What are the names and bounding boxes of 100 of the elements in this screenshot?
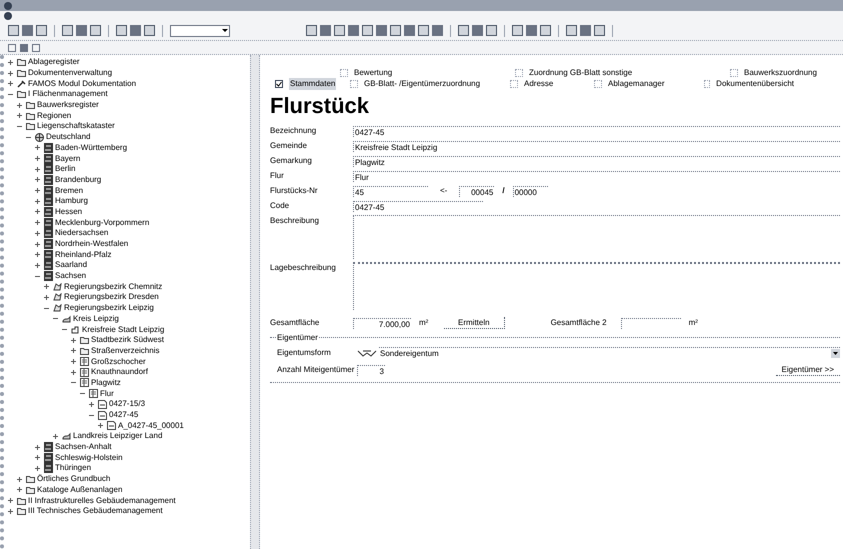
expand-toggle-icon[interactable]	[89, 402, 96, 407]
tree-item[interactable]: Regierungsbezirk Leipzig	[64, 304, 154, 312]
tree-item[interactable]: Saarland	[55, 261, 88, 270]
expand-toggle-icon[interactable]	[8, 70, 15, 76]
collapse-toggle-icon[interactable]	[62, 327, 69, 332]
tree-item[interactable]: Ablageregister	[28, 58, 80, 66]
toolbar-icon[interactable]	[540, 25, 551, 36]
tree-item[interactable]: Dokumentenverwaltung	[28, 69, 112, 78]
expand-toggle-icon[interactable]	[35, 262, 42, 268]
expand-toggle-icon[interactable]	[71, 348, 78, 354]
tree-item[interactable]: Rheinland-Pfalz	[55, 250, 112, 259]
tree-item[interactable]: 0427-15/3	[109, 400, 146, 408]
toolbar-icon[interactable]	[418, 25, 429, 36]
tree-item[interactable]: Kreis Leipzig	[73, 314, 119, 323]
collapse-toggle-icon[interactable]	[53, 316, 60, 322]
checkbox[interactable]	[704, 80, 710, 88]
checkbox[interactable]	[350, 80, 358, 88]
input-field[interactable]: 45	[353, 186, 428, 196]
collapse-toggle-icon[interactable]	[44, 306, 51, 311]
tree-item[interactable]: Bremen	[55, 186, 84, 195]
tree-item[interactable]: Nordrhein-Westfalen	[55, 240, 128, 248]
collapse-toggle-icon[interactable]	[17, 124, 24, 129]
tree-item[interactable]: Mecklenburg-Vorpommern	[55, 218, 150, 227]
toolbar-icon[interactable]	[116, 25, 127, 36]
tab[interactable]: Adresse	[524, 78, 554, 90]
expand-toggle-icon[interactable]	[35, 188, 42, 194]
checkbox[interactable]	[515, 68, 523, 76]
tree-item[interactable]: Knauthnaundorf	[91, 368, 148, 376]
toolbar-icon[interactable]	[8, 25, 19, 36]
owner-button[interactable]: Eigentümer >>	[776, 364, 840, 376]
tree-item[interactable]: Berlin	[55, 165, 76, 174]
expand-toggle-icon[interactable]	[35, 145, 42, 150]
toolbar-icon[interactable]	[566, 25, 577, 36]
expand-toggle-icon[interactable]	[8, 81, 15, 86]
toolbar-icon[interactable]	[144, 25, 155, 36]
toolbar-icon[interactable]	[362, 25, 373, 36]
expand-toggle-icon[interactable]	[98, 423, 105, 428]
checkbox[interactable]	[510, 80, 518, 88]
tree-item[interactable]: Bayern	[55, 154, 80, 163]
expand-toggle-icon[interactable]	[17, 487, 24, 492]
input-field[interactable]: Kreisfreie Stadt Leipzig	[353, 140, 840, 152]
expand-toggle-icon[interactable]	[17, 476, 24, 482]
expand-toggle-icon[interactable]	[17, 113, 24, 118]
expand-toggle-icon[interactable]	[35, 252, 42, 258]
tree-item[interactable]: Hamburg	[55, 197, 88, 206]
expand-toggle-icon[interactable]	[35, 156, 42, 162]
tree-item[interactable]: Kreisfreie Stadt Leipzig	[82, 326, 164, 334]
tree-item[interactable]: Regionen	[37, 112, 72, 120]
tab[interactable]: Zuordnung GB-Blatt sonstige	[529, 66, 632, 78]
tab[interactable]: Dokumentenübersicht	[716, 78, 794, 90]
expand-toggle-icon[interactable]	[71, 370, 78, 375]
toolbar-icon[interactable]	[90, 25, 101, 36]
tree-item[interactable]: Sachsen-Anhalt	[55, 443, 112, 452]
expand-toggle-icon[interactable]	[35, 166, 42, 172]
toolbar-icon[interactable]	[486, 25, 497, 36]
tab[interactable]: Bewertung	[354, 66, 392, 78]
input-field[interactable]	[620, 318, 681, 328]
expand-toggle-icon[interactable]	[35, 177, 42, 182]
tree-item[interactable]: 0427-45	[109, 411, 138, 420]
toolbar-icon[interactable]	[594, 25, 605, 36]
expand-toggle-icon[interactable]	[35, 444, 42, 450]
expand-toggle-icon[interactable]	[53, 434, 60, 439]
tree-item[interactable]: Plagwitz	[91, 378, 121, 387]
collapse-toggle-icon[interactable]	[89, 412, 96, 418]
checked-checkbox[interactable]	[275, 80, 283, 88]
expand-toggle-icon[interactable]	[35, 209, 42, 214]
tree-item[interactable]: Stadtbezirk Südwest	[91, 336, 164, 344]
tree-item[interactable]: Niedersachsen	[55, 229, 108, 238]
checkbox[interactable]	[594, 80, 602, 88]
expand-toggle-icon[interactable]	[71, 359, 78, 364]
tree-item[interactable]: II Infrastrukturelles Gebäudemanagement	[28, 496, 176, 505]
input-field[interactable]: 0427-45	[353, 126, 840, 136]
tree-item[interactable]: Landkreis Leipziger Land	[73, 432, 162, 440]
toolbar-icon[interactable]	[512, 25, 523, 36]
tree-item[interactable]: Großzschocher	[91, 358, 146, 366]
expand-toggle-icon[interactable]	[35, 455, 42, 460]
input-field[interactable]: Plagwitz	[353, 156, 840, 166]
tree-item[interactable]: Straßenverzeichnis	[91, 346, 160, 355]
toolbar-icon[interactable]	[36, 25, 47, 36]
tab[interactable]: GB-Blatt- /Eigentümerzuordnung	[364, 78, 480, 90]
tree-item[interactable]: Thüringen	[55, 464, 92, 472]
collapse-toggle-icon[interactable]	[26, 134, 33, 140]
tree-item[interactable]: Bauwerksregister	[37, 101, 99, 110]
tree-item[interactable]: FAMOS Modul Dokumentation	[28, 80, 136, 88]
toolbar-icon[interactable]	[334, 25, 345, 36]
expand-toggle-icon[interactable]	[8, 498, 15, 504]
tree-item[interactable]: Hessen	[55, 208, 82, 216]
collapse-toggle-icon[interactable]	[8, 92, 15, 97]
checkbox[interactable]	[340, 68, 348, 76]
scrollbar[interactable]	[250, 55, 260, 549]
tree-item[interactable]: Baden-Württemberg	[55, 144, 128, 152]
expand-toggle-icon[interactable]	[35, 466, 42, 471]
tree-item[interactable]: Brandenburg	[55, 176, 102, 184]
text-area[interactable]	[353, 262, 840, 310]
tree-item[interactable]: A_0427-45_00001	[118, 422, 184, 430]
expand-toggle-icon[interactable]	[35, 230, 42, 236]
input-field[interactable]: 3	[357, 364, 385, 376]
filter-combo[interactable]	[170, 24, 230, 36]
input-field[interactable]: Flur	[353, 170, 840, 182]
tree-item[interactable]: Sachsen	[55, 272, 86, 280]
